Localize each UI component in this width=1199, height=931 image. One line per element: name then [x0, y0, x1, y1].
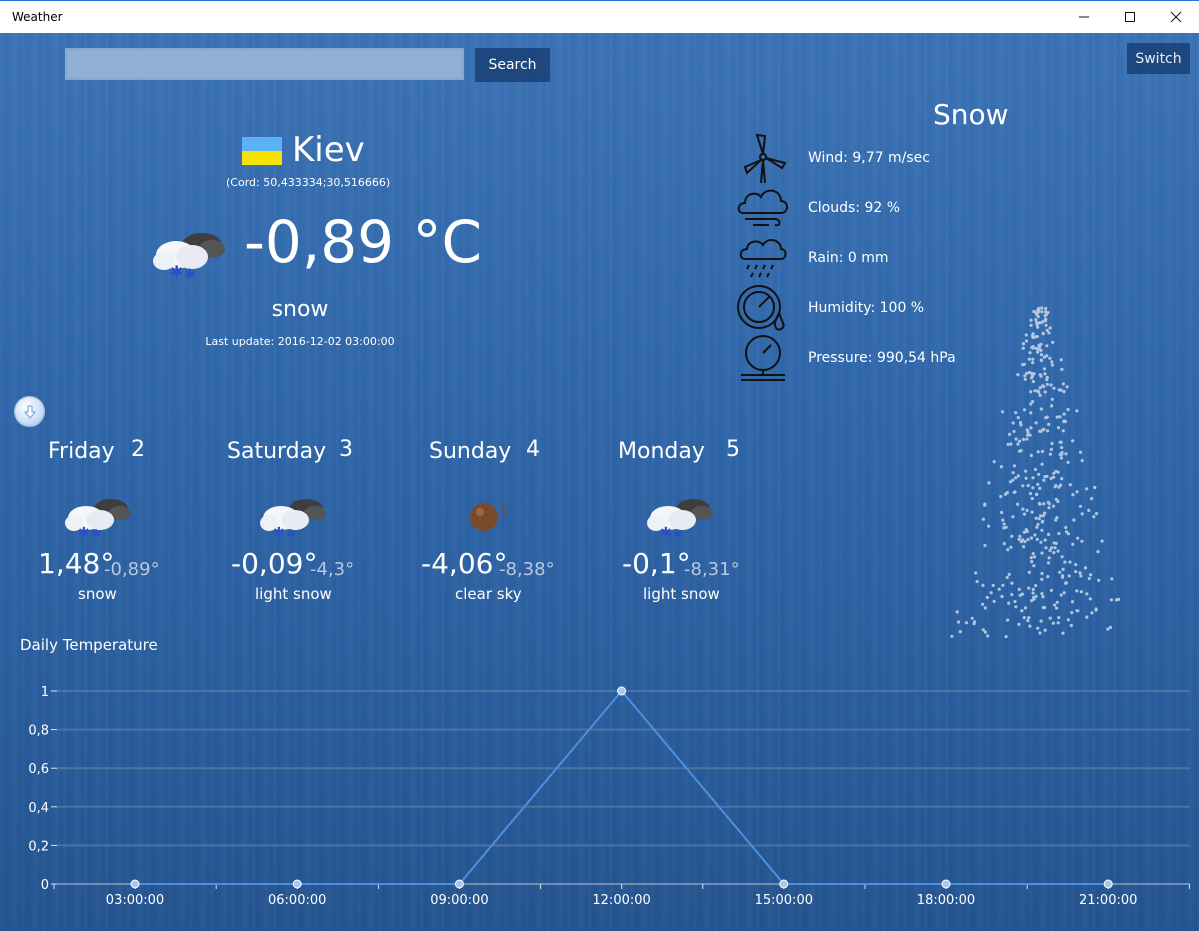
current-description: snow	[271, 297, 329, 322]
snow-cloud-icon: ✱ ✱	[260, 499, 326, 539]
data-point	[941, 879, 951, 889]
snow-particles	[950, 306, 1121, 639]
y-tick-label: 0,8	[28, 724, 49, 739]
condition-title: Snow	[933, 98, 1009, 131]
y-tick-label: 0,2	[28, 839, 49, 854]
data-point	[130, 879, 140, 889]
forecast-low: -8,31°	[684, 559, 740, 580]
x-tick-label: 21:00:00	[1079, 893, 1137, 908]
city-coordinates: (Cord: 50,433334;30,516666)	[226, 176, 391, 189]
series-line	[135, 689, 1109, 885]
ukraine-flag-icon	[242, 137, 282, 165]
svg-text:✱: ✱	[660, 525, 672, 539]
x-tick-label: 03:00:00	[106, 893, 164, 908]
pressure-gauge-icon	[741, 335, 785, 381]
forecast-low: -4,3°	[310, 559, 355, 580]
forecast-high: 1,48°	[38, 547, 115, 580]
daily-temperature-chart: 0 0,2 0,4 0,6 0,8 1 03:00:00 06:00:00 09:00:00 12…	[28, 685, 1190, 908]
forecast-day-name: Monday	[618, 439, 705, 464]
y-tick-label: 1	[41, 685, 49, 700]
svg-text:✱: ✱	[286, 527, 296, 539]
forecast-day-name: Saturday	[227, 439, 327, 464]
svg-text:✱: ✱	[273, 525, 285, 539]
minimize-button[interactable]	[1061, 1, 1107, 33]
forecast-day-name: Sunday	[429, 439, 512, 464]
search-input[interactable]	[65, 48, 464, 80]
x-tick-label: 18:00:00	[917, 893, 975, 908]
forecast-high: -4,06°	[421, 547, 508, 580]
humidity-gauge-icon	[737, 285, 785, 331]
data-point	[292, 879, 302, 889]
svg-text:✱: ✱	[78, 525, 90, 539]
forecast-description: light snow	[643, 585, 720, 603]
close-button[interactable]	[1153, 1, 1199, 33]
weather-window: Weather Search Switch Kiev (Cord: 50,433…	[0, 0, 1199, 931]
x-tick-label: 09:00:00	[430, 893, 488, 908]
search-button[interactable]: Search	[475, 48, 550, 82]
data-point	[454, 879, 464, 889]
y-tick-label: 0	[41, 878, 49, 893]
wind-value: Wind: 9,77 m/sec	[808, 150, 930, 166]
maximize-icon	[1125, 12, 1135, 22]
forecast-day-name: Friday	[48, 439, 115, 464]
y-tick-label: 0,6	[28, 762, 49, 777]
forecast-low: -0,89°	[104, 559, 160, 580]
snow-cloud-icon: ✱ ✱	[153, 233, 225, 281]
close-icon	[1170, 11, 1182, 23]
snow-cloud-icon: ✱ ✱	[647, 499, 713, 539]
window-title: Weather	[12, 10, 63, 24]
minimize-icon	[1079, 16, 1089, 18]
forecast-date: 3	[339, 437, 353, 462]
city-name: Kiev	[292, 130, 365, 170]
rain-icon	[739, 239, 787, 278]
forecast-high: -0,1°	[622, 547, 691, 580]
svg-text:✱: ✱	[184, 267, 196, 281]
svg-text:✱: ✱	[673, 527, 683, 539]
svg-text:✱: ✱	[170, 262, 183, 281]
switch-button[interactable]: Switch	[1127, 43, 1190, 74]
title-bar: Weather	[0, 0, 1199, 33]
x-tick-label: 15:00:00	[755, 893, 813, 908]
forecast-description: clear sky	[455, 585, 522, 603]
arrow-down-icon	[23, 405, 36, 419]
moon-icon	[470, 503, 507, 531]
maximize-button[interactable]	[1107, 1, 1153, 33]
wind-turbine-icon	[743, 133, 787, 183]
clouds-icon	[737, 189, 788, 227]
forecast-date: 5	[726, 437, 740, 462]
forecast-description: snow	[78, 585, 117, 603]
y-tick-label: 0,4	[28, 801, 49, 816]
svg-text:✱: ✱	[91, 527, 101, 539]
forecast-high: -0,09°	[231, 547, 318, 580]
clouds-value: Clouds: 92 %	[808, 200, 901, 216]
x-tick-label: 06:00:00	[268, 893, 326, 908]
current-temperature: -0,89 °C	[244, 208, 483, 276]
forecast-low: -8,38°	[499, 559, 555, 580]
forecast-date: 4	[526, 437, 540, 462]
snow-cloud-icon: ✱ ✱	[65, 499, 131, 539]
expand-down-button[interactable]	[15, 397, 44, 426]
forecast-description: light snow	[255, 585, 332, 603]
last-update: Last update: 2016-12-02 03:00:00	[205, 335, 395, 348]
data-point	[1103, 879, 1113, 889]
x-tick-label: 12:00:00	[592, 893, 650, 908]
data-point	[617, 686, 627, 696]
forecast-date: 2	[131, 437, 145, 462]
rain-value: Rain: 0 mm	[808, 250, 889, 266]
chart-title: Daily Temperature	[20, 636, 158, 654]
data-point	[779, 879, 789, 889]
app-content: Search Switch Kiev (Cord: 50,433334;30,5…	[0, 33, 1199, 931]
